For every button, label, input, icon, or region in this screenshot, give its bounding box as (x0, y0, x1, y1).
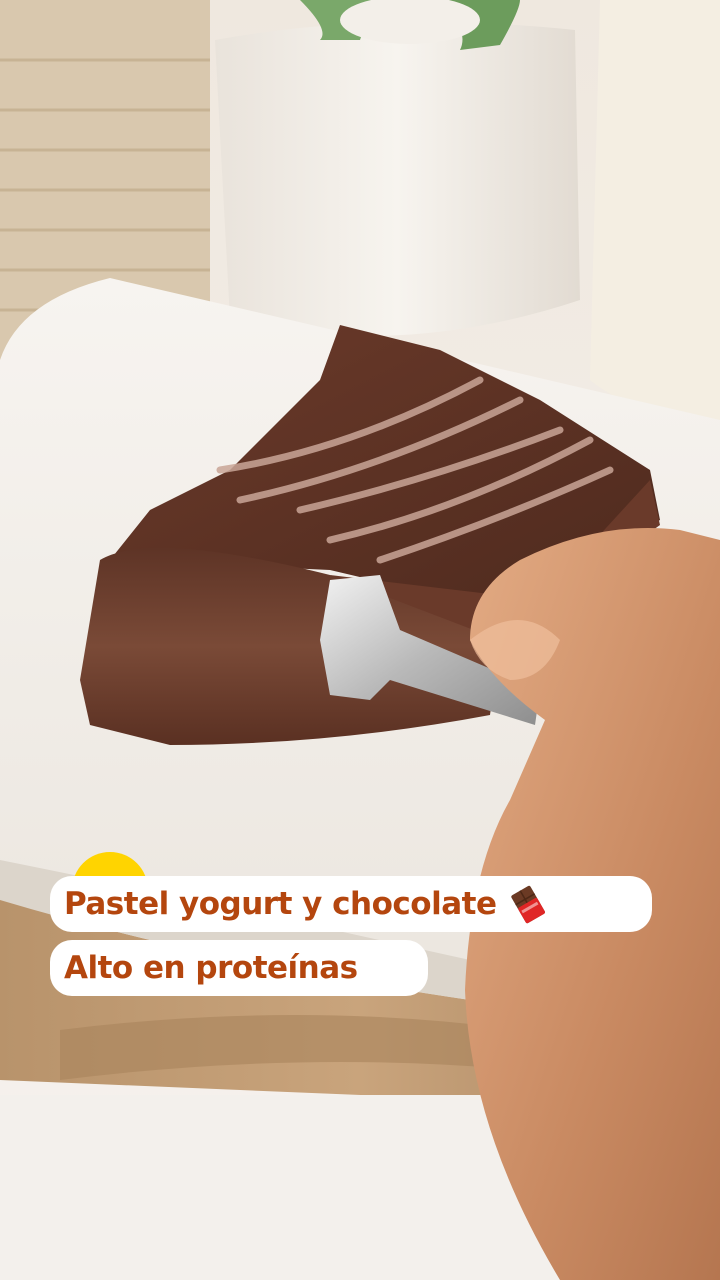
cake-photo (0, 0, 720, 1280)
